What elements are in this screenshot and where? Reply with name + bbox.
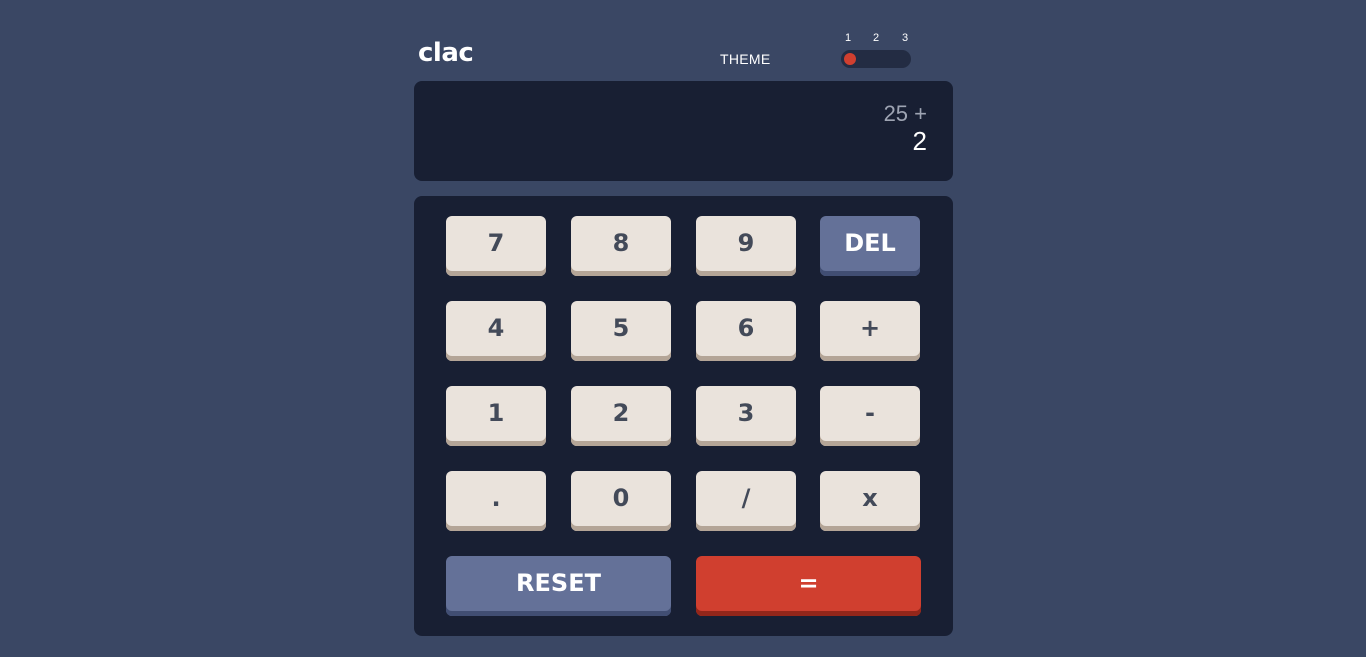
theme-number-3: 3 [901,32,909,44]
reset-button[interactable]: RESET [446,556,671,616]
key-4[interactable]: 4 [446,301,546,361]
theme-toggle[interactable] [841,50,911,68]
key-6[interactable]: 6 [696,301,796,361]
theme-number-1: 1 [844,32,852,44]
delete-button[interactable]: DEL [820,216,920,276]
decimal-button[interactable]: . [446,471,546,531]
key-2[interactable]: 2 [571,386,671,446]
equals-button[interactable]: = [696,556,921,616]
plus-button[interactable]: + [820,301,920,361]
theme-label: THEME [720,51,771,67]
key-1[interactable]: 1 [446,386,546,446]
multiply-button[interactable]: x [820,471,920,531]
key-9[interactable]: 9 [696,216,796,276]
key-7[interactable]: 7 [446,216,546,276]
divide-button[interactable]: / [696,471,796,531]
current-operand: 2 [912,126,927,156]
key-5[interactable]: 5 [571,301,671,361]
logo: clac [418,38,474,68]
theme-number-2: 2 [872,32,880,44]
minus-button[interactable]: - [820,386,920,446]
key-0[interactable]: 0 [571,471,671,531]
header: clac THEME 1 2 3 [414,0,953,80]
theme-toggle-knob[interactable] [844,53,856,65]
theme-numbers: 1 2 3 [843,32,913,46]
key-8[interactable]: 8 [571,216,671,276]
display-screen: 25 + 2 [414,81,953,181]
key-3[interactable]: 3 [696,386,796,446]
calculator-app: clac THEME 1 2 3 25 + 2 7 8 9 DEL 4 5 6 … [414,0,953,657]
keypad: 7 8 9 DEL 4 5 6 + 1 2 3 - . 0 / x RESET … [414,196,953,636]
previous-operand: 25 + [883,101,927,126]
